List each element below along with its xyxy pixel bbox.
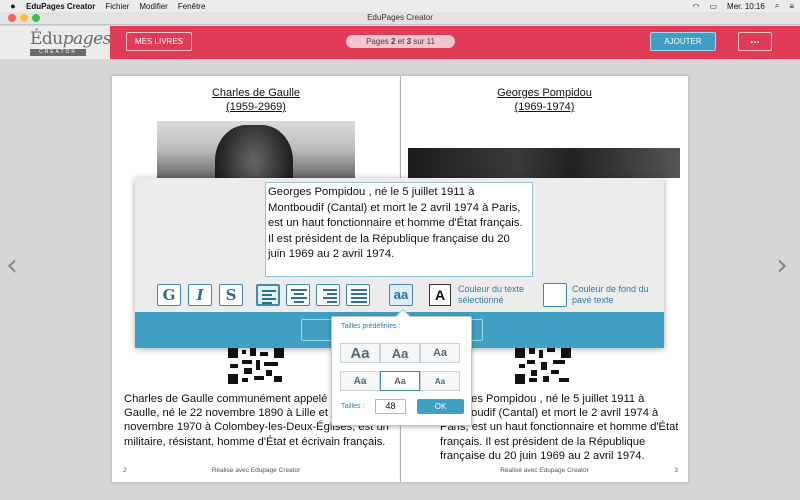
text-color-label: Couleur du texte sélectionné (458, 284, 525, 305)
align-right-button[interactable] (316, 284, 340, 306)
window-title: EduPages Creator (367, 13, 433, 22)
app-toolbar: Édupages CREATOR MES LIVRES Pages 2 et 3… (0, 26, 800, 59)
page-footer-right: Réalisé avec Edupage Creator (500, 467, 589, 474)
qr-code-right[interactable] (515, 348, 571, 384)
ajouter-button[interactable]: AJOUTER (650, 32, 716, 51)
battery-icon[interactable]: ▭ (709, 2, 717, 11)
pager-suffix: sur 11 (411, 37, 435, 46)
logo-word-edu: Édu (30, 29, 63, 49)
text-edit-area[interactable]: Georges Pompidou , né le 5 juillet 1911 … (265, 182, 533, 277)
preset-size-4[interactable]: Aa (340, 371, 380, 391)
align-justify-button[interactable] (346, 284, 370, 306)
menu-modifier[interactable]: Modifier (139, 2, 167, 11)
spotlight-icon[interactable]: ⌕ (775, 1, 779, 11)
pager-mid: et (395, 37, 407, 46)
page-footer-left: Réalisé avec Edupage Creator (211, 467, 301, 474)
edupages-logo: Édupages CREATOR (0, 26, 112, 59)
window-titlebar: EduPages Creator (0, 12, 800, 25)
portrait-photo-right[interactable] (408, 148, 680, 178)
qr-code-left[interactable] (228, 348, 284, 384)
page-title-right-name: Georges Pompidou (497, 87, 592, 99)
mes-livres-button[interactable]: MES LIVRES (126, 32, 192, 51)
next-page-arrow-icon[interactable]: › (776, 248, 788, 283)
align-center-button[interactable] (286, 284, 310, 306)
bold-button[interactable]: G (157, 284, 181, 306)
preset-size-1[interactable]: Aa (340, 343, 380, 363)
page-title-left[interactable]: Charles de Gaulle (1959-2969) (112, 86, 400, 114)
page-indicator: Pages 2 et 3 sur 11 (346, 35, 455, 48)
background-color-label: Couleur de fond du pavé texte (572, 284, 649, 305)
page-title-left-name: Charles de Gaulle (211, 87, 301, 99)
pager-prefix: Pages (366, 37, 391, 46)
page-title-right[interactable]: Georges Pompidou (1969-1974) (401, 86, 688, 114)
menu-fenetre[interactable]: Fenêtre (178, 2, 206, 11)
size-ok-button[interactable]: OK (417, 399, 464, 414)
page-body-right[interactable]: Georges Pompidou , né le 5 juillet 1911 … (440, 392, 688, 463)
logo-sub: CREATOR (30, 49, 86, 56)
font-size-button[interactable]: aa (389, 284, 413, 306)
text-color-button[interactable]: A (429, 284, 451, 306)
preset-size-2[interactable]: Aa (380, 343, 420, 363)
previous-page-arrow-icon[interactable]: ‹ (6, 248, 18, 283)
menubar-status: ◠ ▭ Mer. 10:16 ⌕ ≡ (692, 0, 794, 12)
menu-app-name[interactable]: EduPages Creator (26, 2, 95, 11)
notification-center-icon[interactable]: ≡ (789, 2, 794, 11)
page-number-right: 3 (674, 467, 678, 474)
size-label: Tailles : (341, 403, 365, 410)
italic-button[interactable]: I (188, 284, 212, 306)
page-title-right-dates: (1969-1974) (514, 101, 575, 113)
logo-word-pages: pages (62, 29, 112, 49)
clock[interactable]: Mer. 10:16 (727, 2, 765, 11)
system-menubar: ● EduPages Creator Fichier Modifier Fenê… (0, 0, 800, 12)
menu-fichier[interactable]: Fichier (105, 2, 129, 11)
preset-size-5-selected[interactable]: Aa (380, 371, 420, 391)
page-title-left-dates: (1959-2969) (226, 101, 286, 113)
preset-size-6[interactable]: Aa (420, 371, 460, 391)
preset-sizes-title: Tailles prédéfinies : (341, 323, 401, 330)
size-input[interactable]: 48 (375, 399, 406, 414)
strike-button[interactable]: S (219, 284, 243, 306)
font-size-popover: Tailles prédéfinies : Aa Aa Aa Aa Aa Aa … (331, 308, 472, 426)
background-color-swatch[interactable] (543, 283, 567, 307)
align-left-button[interactable] (256, 284, 280, 306)
more-options-button[interactable]: ... (738, 32, 772, 51)
apple-icon[interactable]: ● (6, 1, 20, 11)
preset-size-3[interactable]: Aa (420, 343, 460, 363)
wifi-icon[interactable]: ◠ (692, 2, 699, 11)
